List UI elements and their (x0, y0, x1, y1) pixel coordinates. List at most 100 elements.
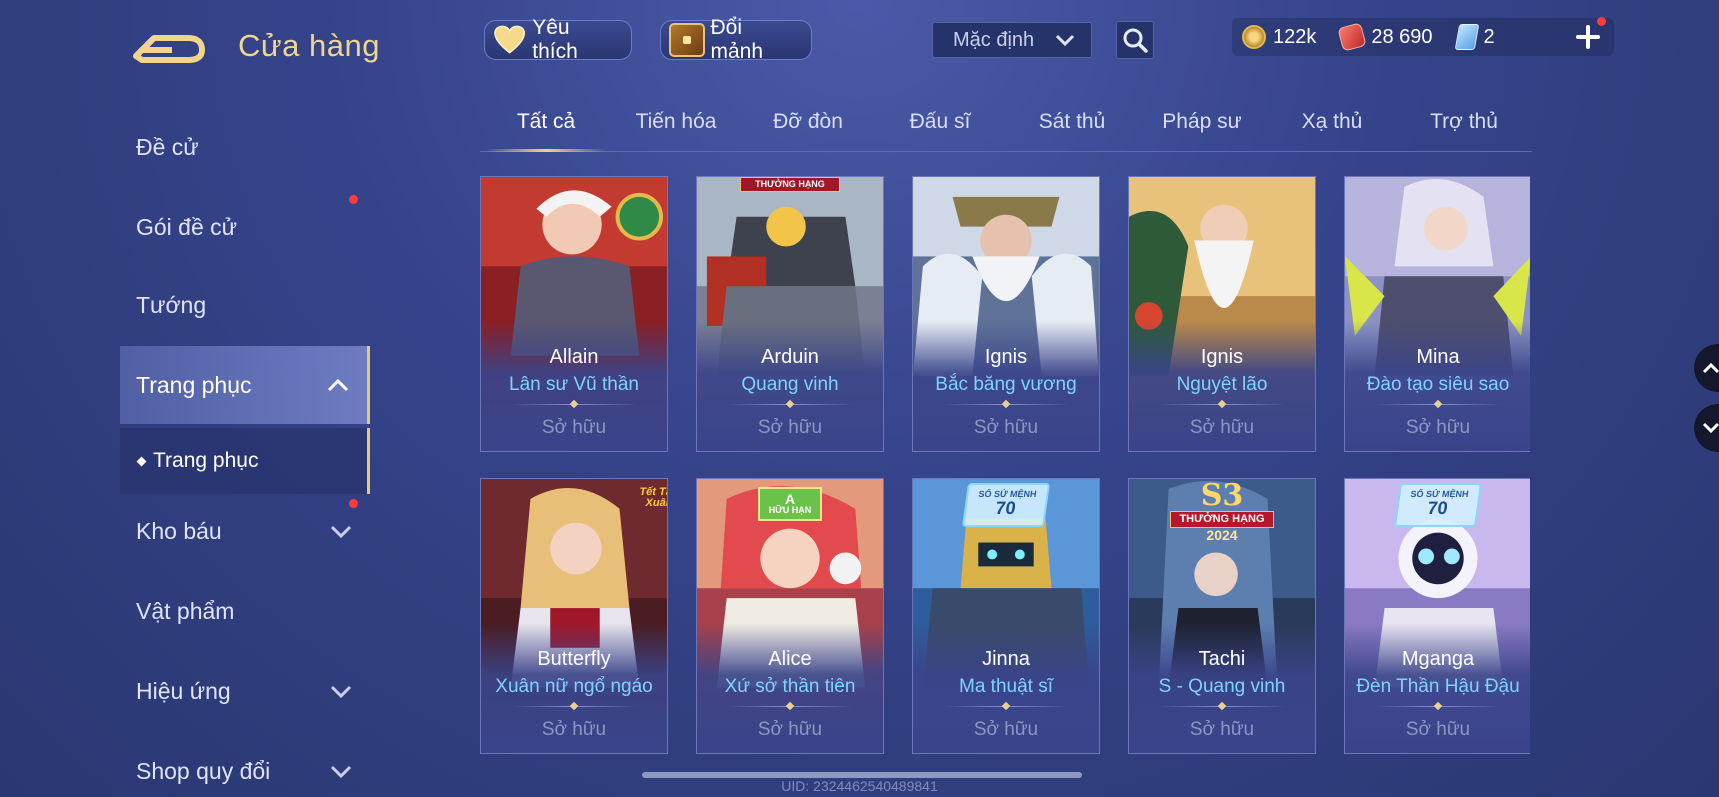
tab-marksman[interactable]: Xạ thủ (1266, 110, 1398, 152)
gold-balance: 122k (1242, 25, 1316, 49)
chevron-down-icon (330, 685, 352, 698)
skin-card[interactable]: SỔ SỨ MỆNH 70 Jinna Ma thuật sĩ Sở hữu (912, 478, 1100, 754)
season-rank-label: THƯỞNG HẠNG (1170, 511, 1274, 528)
tab-evolution[interactable]: Tiến hóa (610, 110, 742, 152)
sidebar-item-recommended[interactable]: Đề cử (120, 108, 370, 186)
sort-select[interactable]: Mặc định (932, 22, 1092, 58)
hero-name: Ignis (1200, 346, 1244, 368)
skin-card[interactable]: Ignis Nguyệt lão Sở hữu (1128, 176, 1316, 452)
divider (1375, 404, 1501, 405)
hero-name: Alice (768, 648, 812, 670)
divider (511, 706, 637, 707)
sidebar-subitem-skins[interactable]: Trang phục (120, 428, 370, 494)
skin-name: Nguyệt lão (1176, 374, 1268, 395)
skin-name: Ma thuật sĩ (959, 676, 1053, 697)
skin-name: Đào tạo siêu sao (1366, 374, 1510, 395)
tab-fighter[interactable]: Đấu sĩ (874, 110, 1006, 152)
sidebar-item-effects[interactable]: Hiệu ứng (120, 652, 370, 730)
hero-name: Mganga (1401, 648, 1475, 670)
scroll-down-button[interactable] (1694, 404, 1719, 452)
sidebar-subitem-label: Trang phục (153, 449, 259, 472)
skin-card[interactable]: SỔ SỨ MỆNH 70 Mganga Đèn Thần Hậu Đậu Sở… (1344, 478, 1530, 754)
skin-name: Đèn Thần Hậu Đậu (1356, 676, 1520, 697)
chevron-down-icon (330, 765, 352, 778)
season-year: 2024 (1206, 527, 1238, 543)
limited-badge: A HỮU HẠN (758, 487, 822, 521)
sidebar-item-label: Trang phục (136, 371, 252, 398)
chevron-down-icon (1055, 34, 1075, 46)
sidebar-item-heroes[interactable]: Tướng (120, 266, 370, 344)
currency-bar: 122k 28 690 2 (1232, 18, 1614, 56)
divider (1375, 706, 1501, 707)
season-badge: S3 THƯỞNG HẠNG 2024 (1170, 481, 1274, 542)
hero-name: Butterfly (537, 648, 611, 670)
skin-name: Xứ sở thần tiên (724, 676, 856, 697)
sidebar-item-recommended-packs[interactable]: Gói đề cử (120, 188, 370, 266)
divider (1159, 404, 1285, 405)
owned-status: Sở hữu (1405, 417, 1471, 438)
voucher-gem-icon (1337, 22, 1368, 52)
bullet-icon (136, 456, 147, 466)
sort-select-value: Mặc định (953, 28, 1035, 51)
rank-reward-badge: THƯỞNG HẠNG (740, 177, 840, 192)
skin-card[interactable]: A HỮU HẠN Alice Xứ sở thần tiên Sở hữu (696, 478, 884, 754)
tab-support[interactable]: Trợ thủ (1398, 110, 1530, 152)
divider (1159, 706, 1285, 707)
skin-card[interactable]: S3 THƯỞNG HẠNG 2024 Tachi S - Quang vinh… (1128, 478, 1316, 754)
owned-status: Sở hữu (1189, 417, 1255, 438)
tab-tank[interactable]: Đỡ đòn (742, 110, 874, 152)
mission-level: 70 (1426, 498, 1449, 518)
sidebar-item-label: Vật phẩm (136, 597, 235, 624)
skin-card[interactable]: Tết Tân Xuân Butterfly Xuân nữ ngổ ngáo … (480, 478, 668, 754)
notification-dot (1597, 17, 1606, 26)
mission-level: 70 (994, 498, 1017, 518)
hero-name: Ignis (984, 346, 1028, 368)
sidebar-item-skins[interactable]: Trang phục (120, 346, 370, 424)
mission-label: SỔ SỨ MỆNH (1409, 489, 1470, 499)
back-button[interactable] (132, 26, 208, 64)
divider (943, 404, 1069, 405)
skin-name: Xuân nữ ngổ ngáo (495, 676, 653, 697)
mission-label: SỔ SỨ MỆNH (977, 489, 1038, 499)
sidebar-item-label: Kho báu (136, 517, 222, 544)
top-bar: Cửa hàng Yêu thích Đổi mảnh Mặc định 122… (0, 0, 1719, 92)
divider (943, 706, 1069, 707)
notification-dot (349, 195, 358, 204)
skin-card[interactable]: Ignis Bắc băng vương Sở hữu (912, 176, 1100, 452)
scroll-up-button[interactable] (1694, 344, 1719, 392)
tab-all[interactable]: Tất cả (480, 110, 612, 152)
back-arrow-icon (133, 35, 205, 63)
mission-book-badge: SỔ SỨ MỆNH 70 (961, 483, 1051, 527)
hero-name: Jinna (982, 648, 1030, 670)
tab-mage[interactable]: Pháp sư (1136, 110, 1268, 152)
search-icon (1123, 28, 1148, 53)
owned-status: Sở hữu (757, 417, 823, 438)
user-id: UID: 2324462540489841 (781, 778, 938, 794)
skin-name: Lân sư Vũ thần (509, 374, 639, 395)
skin-card[interactable]: Mina Đào tạo siêu sao Sở hữu (1344, 176, 1530, 452)
divider (727, 404, 853, 405)
tab-assassin[interactable]: Sát thủ (1006, 110, 1138, 152)
sidebar-item-label: Tướng (136, 291, 207, 318)
role-tabs: Tất cả Tiến hóa Đỡ đòn Đấu sĩ Sát thủ Ph… (480, 100, 1532, 152)
favorite-button[interactable]: Yêu thích (484, 16, 632, 63)
chevron-up-icon (327, 378, 349, 392)
owned-status: Sở hữu (757, 719, 823, 740)
page-title: Cửa hàng (238, 28, 380, 63)
sidebar-item-items[interactable]: Vật phẩm (120, 572, 370, 650)
skin-card[interactable]: THƯỞNG HẠNG Arduin Quang vinh Sở hữu (696, 176, 884, 452)
search-button[interactable] (1116, 21, 1154, 59)
owned-status: Sở hữu (1405, 719, 1471, 740)
owned-status: Sở hữu (1189, 719, 1255, 740)
voucher-amount: 28 690 (1371, 25, 1433, 48)
favorite-label: Yêu thích (532, 16, 578, 63)
skin-card[interactable]: Allain Lân sư Vũ thần Sở hữu (480, 176, 668, 452)
tet-event-badge: Tết Tân Xuân (639, 486, 667, 509)
chevron-down-icon (330, 525, 352, 538)
owned-status: Sở hữu (541, 719, 607, 740)
card-amount: 2 (1483, 25, 1495, 48)
sidebar-item-label: Gói đề cử (136, 213, 238, 240)
exchange-fragments-button[interactable]: Đổi mảnh (660, 16, 812, 63)
sidebar-item-treasure[interactable]: Kho báu (120, 492, 370, 570)
treasure-chest-icon (669, 23, 705, 57)
